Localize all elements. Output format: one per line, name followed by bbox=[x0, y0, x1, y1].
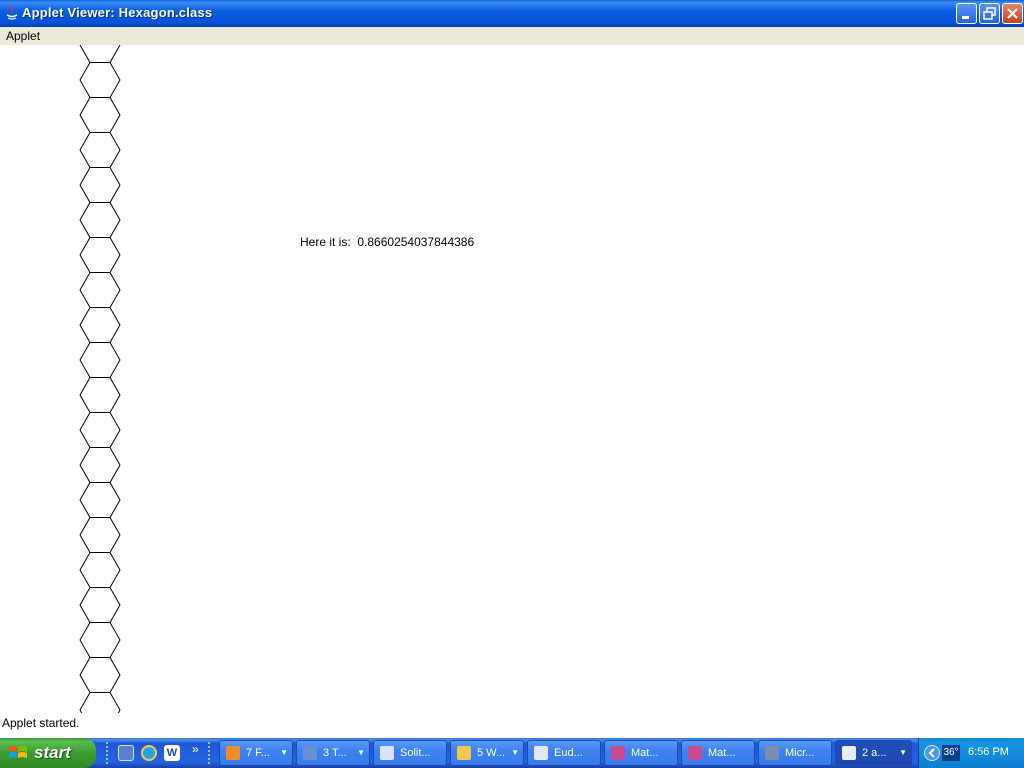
system-tray: 36° 6:56 PM bbox=[918, 738, 1024, 768]
close-button[interactable] bbox=[1002, 3, 1023, 24]
matlab-icon bbox=[688, 746, 702, 760]
word-icon[interactable]: W bbox=[164, 745, 180, 761]
taskbar-button-label: 2 a... bbox=[862, 747, 887, 759]
toolbar-grip[interactable] bbox=[106, 742, 110, 764]
dropdown-arrow-icon: ▼ bbox=[357, 748, 365, 757]
toolbar-grip-2[interactable] bbox=[208, 742, 212, 764]
app-icon bbox=[765, 746, 779, 760]
taskbar-button[interactable]: 7 F... ▼ bbox=[219, 740, 293, 766]
taskbar-button[interactable]: Mat... bbox=[681, 740, 755, 766]
title-bar[interactable]: Applet Viewer: Hexagon.class bbox=[0, 0, 1024, 27]
status-bar: Applet started. bbox=[0, 713, 1024, 735]
status-text: Applet started. bbox=[2, 716, 80, 730]
start-label: start bbox=[34, 743, 71, 762]
hexagon-shape bbox=[79, 622, 121, 658]
window-title: Applet Viewer: Hexagon.class bbox=[22, 5, 213, 20]
taskbar-button[interactable]: Mat... bbox=[604, 740, 678, 766]
taskbar-button[interactable]: 5 W... ▼ bbox=[450, 740, 524, 766]
hexagon-column bbox=[79, 45, 121, 713]
readout-label: Here it is: bbox=[300, 235, 351, 249]
readout-value: 0.8660254037844386 bbox=[357, 235, 475, 249]
firefox-icon bbox=[226, 746, 240, 760]
hexagon-shape bbox=[79, 342, 121, 378]
clock[interactable]: 6:56 PM bbox=[968, 746, 1009, 758]
hexagon-shape bbox=[79, 412, 121, 448]
media-icon[interactable] bbox=[118, 745, 134, 761]
solitaire-icon bbox=[380, 746, 394, 760]
taskbar-button[interactable]: Eud... bbox=[527, 740, 601, 766]
temperature-indicator[interactable]: 36° bbox=[942, 745, 960, 761]
eudora-icon bbox=[534, 746, 548, 760]
taskbar-button-label: Solit... bbox=[400, 747, 431, 759]
hexagon-shape bbox=[79, 237, 121, 273]
taskbar-button-label: Eud... bbox=[554, 747, 583, 759]
restore-icon bbox=[983, 7, 996, 20]
quick-launch-chevron[interactable]: » bbox=[192, 742, 199, 756]
start-button[interactable]: start bbox=[0, 738, 96, 768]
hexagon-shape bbox=[79, 202, 121, 238]
hexagon-shape bbox=[79, 132, 121, 168]
taskbar-button-label: Mat... bbox=[631, 747, 659, 759]
windows-flag-icon bbox=[9, 746, 27, 758]
dropdown-arrow-icon: ▼ bbox=[511, 748, 519, 757]
show-hidden-icons-button[interactable] bbox=[924, 745, 940, 761]
hexagon-shape bbox=[79, 167, 121, 203]
close-icon bbox=[1007, 8, 1018, 19]
taskbar-button[interactable]: Solit... bbox=[373, 740, 447, 766]
hexagon-shape bbox=[79, 587, 121, 623]
minimize-button[interactable] bbox=[956, 3, 977, 24]
hexagon-shape bbox=[79, 692, 121, 713]
hexagon-shape bbox=[79, 657, 121, 693]
applet-canvas: Here it is: 0.8660254037844386 bbox=[0, 45, 1024, 713]
folder-icon bbox=[457, 746, 471, 760]
hexagon-shape bbox=[79, 552, 121, 588]
taskbar-button-label: 5 W... bbox=[477, 747, 506, 759]
hexagon-shape bbox=[79, 272, 121, 308]
menu-applet[interactable]: Applet bbox=[6, 29, 40, 43]
window-icon bbox=[842, 746, 856, 760]
taskbar-button-label: 3 T... bbox=[323, 747, 347, 759]
taskbar-button[interactable]: 3 T... ▼ bbox=[296, 740, 370, 766]
hexagon-shape bbox=[79, 307, 121, 343]
hexagon-shape bbox=[79, 377, 121, 413]
menu-bar: Applet bbox=[0, 27, 1024, 45]
restore-button[interactable] bbox=[979, 3, 1000, 24]
chevron-left-icon bbox=[928, 748, 935, 758]
dropdown-arrow-icon: ▼ bbox=[899, 748, 907, 757]
hexagon-shape bbox=[79, 482, 121, 518]
taskbar-button-label: Micr... bbox=[785, 747, 815, 759]
ie-icon[interactable] bbox=[141, 745, 157, 761]
dropdown-arrow-icon: ▼ bbox=[280, 748, 288, 757]
hexagon-shape bbox=[79, 62, 121, 98]
taskbar-button[interactable]: Micr... bbox=[758, 740, 832, 766]
terminal-icon bbox=[303, 746, 317, 760]
java-icon bbox=[6, 5, 18, 20]
matlab-icon bbox=[611, 746, 625, 760]
taskbar-button-label: Mat... bbox=[708, 747, 736, 759]
hexagon-shape bbox=[79, 45, 121, 63]
taskbar-button[interactable]: 2 a... ▼ bbox=[835, 740, 912, 766]
hexagon-shape bbox=[79, 97, 121, 133]
taskbar: start W » 7 F... ▼ 3 T... ▼ Solit... 5 W... ▼ E… bbox=[0, 738, 1024, 768]
minimize-icon bbox=[962, 16, 969, 19]
readout-text: Here it is: 0.8660254037844386 bbox=[300, 235, 474, 249]
hexagon-shape bbox=[79, 517, 121, 553]
taskbar-button-label: 7 F... bbox=[246, 747, 270, 759]
hexagon-shape bbox=[79, 447, 121, 483]
